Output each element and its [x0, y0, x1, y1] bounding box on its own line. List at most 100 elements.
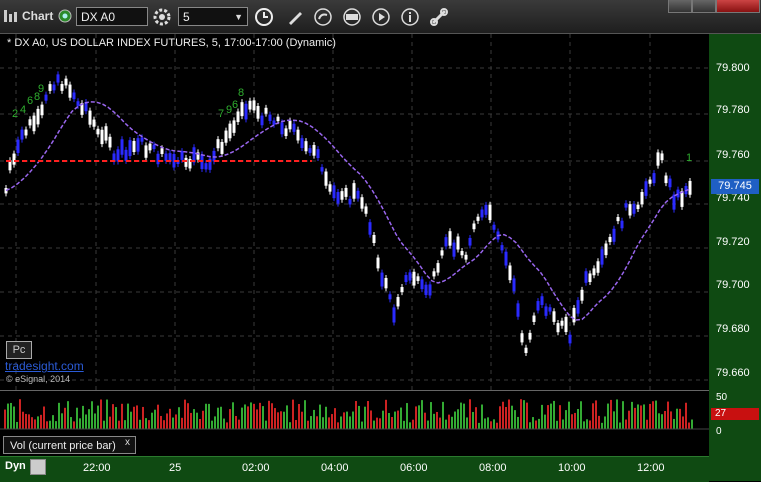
settings-gear-icon[interactable] — [152, 7, 172, 27]
restore-button[interactable] — [692, 0, 716, 13]
price-bar — [376, 257, 380, 269]
price-bar — [616, 217, 620, 222]
play-icon[interactable] — [370, 6, 392, 28]
price-bar — [144, 145, 148, 158]
volume-label-zero: 0 — [716, 426, 722, 437]
volume-bar — [250, 402, 252, 429]
volume-bar — [307, 420, 309, 429]
price-bar — [316, 149, 320, 159]
price-bar — [480, 209, 484, 218]
price-bar — [88, 110, 92, 125]
volume-bar — [625, 419, 627, 429]
volume-bar — [223, 418, 225, 429]
volume-bar — [97, 405, 99, 429]
price-bar — [44, 94, 48, 101]
volume-close-button[interactable]: x — [125, 437, 130, 448]
price-bar — [672, 194, 676, 210]
time-label: 02:00 — [242, 462, 270, 474]
volume-bar — [322, 417, 324, 429]
price-chart[interactable]: 2468979681 — [0, 34, 709, 390]
volume-bar — [598, 415, 600, 429]
price-bar — [260, 115, 264, 126]
volume-bar — [34, 419, 36, 429]
link-tool-icon[interactable] — [428, 6, 450, 28]
volume-bar — [220, 406, 222, 429]
symbol-input[interactable]: DX A0 — [76, 7, 148, 26]
price-bar — [488, 204, 492, 221]
price-bar — [276, 116, 280, 122]
volume-bar — [541, 404, 543, 429]
price-bar — [428, 284, 432, 296]
volume-bar — [337, 422, 339, 429]
dynamic-toggle-icon[interactable] — [30, 459, 46, 475]
price-bar — [424, 284, 428, 295]
volume-bar — [460, 402, 462, 429]
price-bar — [484, 204, 488, 215]
volume-bar — [235, 415, 237, 429]
price-bar — [624, 203, 628, 208]
volume-plot — [0, 399, 709, 430]
info-icon[interactable] — [399, 6, 421, 28]
price-bar — [56, 74, 60, 83]
pencil-draw-icon[interactable] — [284, 6, 306, 28]
sequence-count-label: 4 — [20, 104, 26, 116]
volume-bar — [559, 405, 561, 429]
volume-label-max: 50 — [716, 392, 728, 403]
volume-bar — [589, 420, 591, 429]
price-bar — [592, 268, 596, 276]
price-bar — [16, 139, 20, 153]
price-bar — [564, 316, 568, 333]
volume-bar — [340, 416, 342, 429]
price-bar — [132, 140, 136, 153]
price-bar — [544, 306, 548, 316]
volume-bar — [268, 400, 270, 429]
refresh-icon[interactable] — [312, 6, 334, 28]
volume-study-tab[interactable]: Vol (current price bar) — [3, 436, 136, 454]
template-icon[interactable] — [341, 6, 363, 28]
price-bar — [52, 84, 56, 91]
time-label: 04:00 — [321, 462, 349, 474]
volume-bar — [478, 422, 480, 429]
volume-bar — [532, 417, 534, 429]
volume-bar — [505, 406, 507, 429]
close-button[interactable] — [716, 0, 760, 13]
minimize-button[interactable] — [668, 0, 692, 13]
price-bar — [368, 222, 372, 235]
volume-bar — [244, 404, 246, 429]
volume-bar — [454, 411, 456, 429]
price-bar — [140, 137, 144, 142]
volume-bar — [691, 419, 693, 429]
volume-bar — [688, 422, 690, 429]
price-bar — [136, 138, 140, 152]
app-menu-icon[interactable] — [3, 8, 21, 24]
clock-icon[interactable] — [253, 6, 275, 28]
price-bar — [604, 243, 608, 256]
interval-select[interactable]: 5 ▼ — [178, 7, 248, 26]
pc-button[interactable]: Pc — [6, 341, 32, 359]
volume-bar — [604, 416, 606, 429]
volume-bar — [508, 399, 510, 429]
brand-link[interactable]: tradesight.com — [5, 359, 84, 373]
price-bar — [520, 333, 524, 343]
volume-bar — [202, 410, 204, 429]
volume-bar — [514, 410, 516, 429]
sequence-count-label: 2 — [12, 108, 18, 120]
volume-bar — [667, 401, 669, 429]
volume-bar — [442, 401, 444, 429]
price-bar — [72, 92, 76, 100]
volume-bar — [61, 413, 63, 429]
price-bar — [444, 237, 448, 247]
volume-chart[interactable] — [0, 390, 709, 434]
price-bar — [288, 120, 292, 130]
volume-bar — [379, 418, 381, 429]
price-bar — [104, 126, 108, 141]
volume-bar — [634, 407, 636, 429]
volume-bar — [352, 411, 354, 429]
volume-bar — [142, 406, 144, 429]
price-bar — [636, 204, 640, 210]
volume-bar — [574, 412, 576, 429]
price-bar — [504, 251, 508, 266]
price-bar — [300, 138, 304, 148]
volume-bar — [685, 402, 687, 429]
link-status-icon[interactable] — [58, 9, 72, 23]
